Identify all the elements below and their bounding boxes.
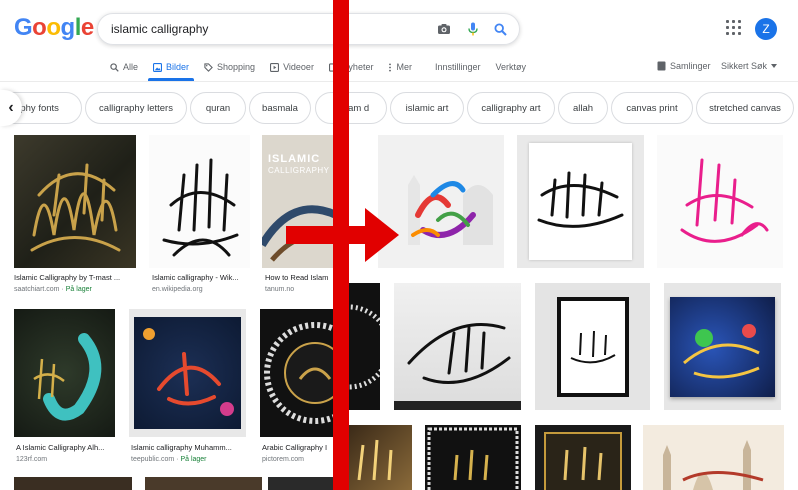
result-image-20[interactable]: [643, 425, 784, 490]
collections-link[interactable]: Samlinger: [657, 61, 711, 71]
image-icon: [153, 62, 163, 72]
calligraphy-artwork: [162, 158, 239, 257]
result-title[interactable]: How to Read Islam: [265, 273, 335, 282]
in-stock-badge: På lager: [180, 456, 207, 463]
result-image-2[interactable]: [149, 135, 250, 268]
result-image-19[interactable]: [535, 425, 631, 490]
calligraphy-artwork: [683, 324, 760, 379]
calligraphy-artwork: [143, 328, 234, 416]
result-image-9[interactable]: [260, 309, 335, 437]
result-image-10[interactable]: [349, 283, 380, 410]
play-icon: [270, 62, 280, 72]
mosque-artwork: [663, 440, 764, 490]
google-logo[interactable]: Google: [14, 14, 94, 42]
calligraphy-artwork: [33, 333, 102, 421]
calligraphy-artwork: [264, 322, 335, 424]
search-tabs: Alle Bilder Shopping Videoer Nyheter Mer…: [110, 58, 541, 76]
calligraphy-artwork: [357, 439, 393, 481]
result-image-13[interactable]: [664, 283, 781, 410]
tab-tools[interactable]: Verktøy: [495, 58, 526, 76]
result-image-16[interactable]: [268, 477, 334, 490]
tab-more[interactable]: Mer: [388, 58, 412, 76]
calligraphy-artwork: [394, 323, 521, 410]
calligraphy-artwork: [680, 158, 769, 243]
result-image-11[interactable]: [394, 283, 521, 410]
red-divider-overlay: [333, 0, 349, 490]
collections-icon: [657, 61, 666, 71]
result-title[interactable]: Islamic calligraphy - Wik...: [152, 273, 250, 282]
red-arrow-icon: [365, 208, 399, 262]
result-image-1[interactable]: [14, 135, 136, 268]
calligraphy-artwork: [30, 163, 121, 252]
result-title[interactable]: A Islamic Calligraphy Alh...: [16, 443, 116, 452]
apps-grid-icon[interactable]: [726, 20, 742, 36]
result-title[interactable]: Arabic Calligraphy I: [262, 443, 334, 452]
tab-videos[interactable]: Videoer: [270, 58, 314, 76]
chevron-left-icon: ‹: [8, 99, 14, 116]
result-image-7[interactable]: [14, 309, 115, 437]
search-small-icon: [110, 62, 119, 72]
result-image-17[interactable]: [349, 425, 412, 490]
chip-calligraphy-art[interactable]: calligraphy art: [467, 92, 555, 124]
calligraphy-artwork: [427, 427, 519, 490]
tab-settings[interactable]: Innstillinger: [435, 58, 481, 76]
book-cover-art: [262, 205, 336, 262]
result-image-12[interactable]: [535, 283, 650, 410]
account-avatar[interactable]: Z: [755, 18, 777, 40]
result-source: saatchiart.com · På lager: [14, 286, 92, 293]
chip-stretched-canvas[interactable]: stretched canvas: [696, 92, 794, 124]
more-vert-icon: [389, 62, 392, 72]
result-source: en.wikipedia.org: [152, 286, 203, 293]
result-source: teepublic.com · På lager: [131, 456, 207, 463]
tab-shopping[interactable]: Shopping: [204, 58, 255, 76]
search-bar[interactable]: islamic calligraphy: [97, 13, 520, 45]
calligraphy-artwork: [544, 432, 622, 490]
chip-islamic-art[interactable]: islamic art: [390, 92, 464, 124]
red-arrow-shaft: [286, 226, 370, 244]
tab-images[interactable]: Bilder: [153, 58, 189, 76]
chip-maryam[interactable]: m yam d: [315, 92, 387, 124]
tab-all[interactable]: Alle: [110, 58, 138, 76]
calligraphy-artwork: [537, 171, 624, 228]
result-image-5[interactable]: [517, 135, 644, 268]
result-source: tanum.no: [265, 286, 295, 293]
chip-basmala[interactable]: basmala: [249, 92, 311, 124]
result-image-6[interactable]: [657, 135, 783, 268]
result-image-18[interactable]: [425, 425, 521, 490]
result-title[interactable]: Islamic Calligraphy by T-mast ...: [14, 273, 136, 282]
header-divider: [0, 81, 798, 82]
safesearch-menu[interactable]: Sikkert Søk: [721, 61, 778, 71]
result-source: pictorem.com: [262, 456, 305, 463]
result-title[interactable]: Islamic calligraphy Muhamm...: [131, 443, 246, 452]
chip-allah[interactable]: allah: [558, 92, 608, 124]
ornament-pattern: [349, 304, 380, 390]
chip-quran[interactable]: quran: [190, 92, 246, 124]
result-image-14[interactable]: [14, 477, 132, 490]
chip-canvas-print[interactable]: canvas print: [611, 92, 693, 124]
camera-icon[interactable]: [435, 20, 453, 38]
result-image-3[interactable]: ISLAMIC CALLIGRAPHY: [262, 135, 336, 268]
result-source: 123rf.com: [16, 456, 48, 463]
result-image-15[interactable]: [145, 477, 262, 490]
microphone-icon[interactable]: [464, 20, 482, 38]
result-image-8[interactable]: [129, 309, 246, 437]
search-input[interactable]: islamic calligraphy: [111, 22, 208, 36]
dropdown-arrow-icon: [771, 64, 778, 68]
search-icon[interactable]: [491, 20, 509, 38]
in-stock-badge: På lager: [65, 286, 92, 293]
calligraphy-artwork: [570, 330, 616, 364]
chip-calligraphy-letters[interactable]: calligraphy letters: [85, 92, 187, 124]
tag-icon: [204, 62, 213, 72]
